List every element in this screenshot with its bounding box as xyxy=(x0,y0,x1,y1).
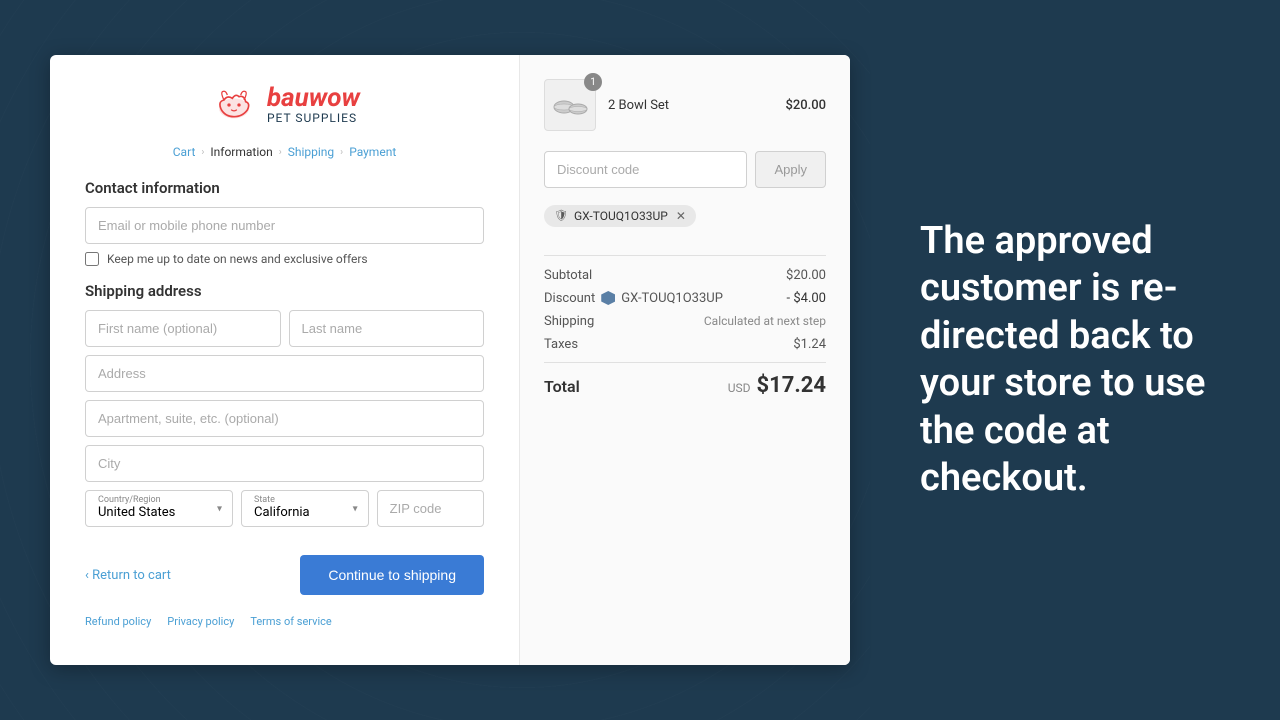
country-label: Country/Region xyxy=(98,495,161,505)
discount-label-group: Discount GX-TOUQ1O33UP xyxy=(544,291,723,306)
discount-code-label: GX-TOUQ1O33UP xyxy=(621,291,723,306)
form-actions: ‹ Return to cart Continue to shipping xyxy=(85,555,484,595)
state-label: State xyxy=(254,495,275,505)
zip-input[interactable] xyxy=(377,490,484,527)
shipping-row: Shipping Calculated at next step xyxy=(544,314,826,329)
newsletter-label: Keep me up to date on news and exclusive… xyxy=(107,252,368,266)
country-value: United States xyxy=(98,505,220,520)
breadcrumb-information[interactable]: Information xyxy=(210,145,272,159)
discount-summary-row: Discount GX-TOUQ1O33UP - $4.00 xyxy=(544,291,826,306)
summary-divider xyxy=(544,255,826,256)
coupon-remove-button[interactable]: ✕ xyxy=(676,209,686,223)
brand-logo-icon xyxy=(209,85,259,125)
breadcrumb: Cart › Information › Shipping › Payment xyxy=(85,145,484,159)
logo-area: bauwow Pet Supplies xyxy=(85,85,484,129)
contact-section-title: Contact information xyxy=(85,179,484,197)
city-input[interactable] xyxy=(85,445,484,482)
item-price: $20.00 xyxy=(785,98,826,113)
item-name: 2 Bowl Set xyxy=(608,98,773,113)
subtotal-value: $20.00 xyxy=(786,268,826,283)
apply-discount-button[interactable]: Apply xyxy=(755,151,826,188)
address-input[interactable] xyxy=(85,355,484,392)
breadcrumb-sep-2: › xyxy=(279,147,282,158)
newsletter-checkbox-row: Keep me up to date on news and exclusive… xyxy=(85,252,484,266)
apt-input[interactable] xyxy=(85,400,484,437)
total-label: Total xyxy=(544,377,580,396)
logo-container: bauwow Pet Supplies xyxy=(209,85,360,125)
return-to-cart-link[interactable]: ‹ Return to cart xyxy=(85,568,171,583)
total-row: Total USD $17.24 xyxy=(544,362,826,398)
privacy-policy-link[interactable]: Privacy policy xyxy=(167,615,234,628)
breadcrumb-shipping[interactable]: Shipping xyxy=(288,145,334,159)
subtotal-label: Subtotal xyxy=(544,268,592,283)
brand-name: bauwow xyxy=(267,85,360,111)
footer-links: Refund policy Privacy policy Terms of se… xyxy=(85,615,484,628)
coupon-code-display: GX-TOUQ1O33UP xyxy=(574,209,668,223)
discount-value: - $4.00 xyxy=(787,291,826,306)
logo-text: bauwow Pet Supplies xyxy=(267,85,360,125)
promo-text: The approved customer is re-directed bac… xyxy=(920,218,1230,503)
taxes-value: $1.24 xyxy=(793,337,826,352)
discount-label: Discount xyxy=(544,291,595,306)
checkout-card: bauwow Pet Supplies Cart › Information ›… xyxy=(50,55,850,665)
country-wrapper: Country/Region United States ▾ xyxy=(85,490,233,527)
brand-subtitle: Pet Supplies xyxy=(267,111,357,125)
name-row xyxy=(85,310,484,355)
state-value: California xyxy=(254,505,356,520)
breadcrumb-payment[interactable]: Payment xyxy=(349,145,396,159)
email-input[interactable] xyxy=(85,207,484,244)
terms-link[interactable]: Terms of service xyxy=(250,615,331,628)
breadcrumb-sep-3: › xyxy=(340,147,343,158)
newsletter-checkbox[interactable] xyxy=(85,252,99,266)
coupon-shield-icon: 🛡 xyxy=(554,209,568,222)
left-panel: bauwow Pet Supplies Cart › Information ›… xyxy=(50,55,520,665)
order-summary-panel: 1 2 Bowl Set $20.00 Apply 🛡 GX-TOUQ1O33U… xyxy=(520,55,850,665)
total-amount: USD $17.24 xyxy=(728,373,826,398)
shipping-label: Shipping xyxy=(544,314,594,329)
subtotal-row: Subtotal $20.00 xyxy=(544,268,826,283)
country-state-zip-row: Country/Region United States ▾ State Cal… xyxy=(85,490,484,535)
shipping-section-title: Shipping address xyxy=(85,282,484,300)
total-value: $17.24 xyxy=(757,373,827,398)
first-name-input[interactable] xyxy=(85,310,281,347)
last-name-input[interactable] xyxy=(289,310,485,347)
discount-shield-icon xyxy=(601,291,615,305)
state-wrapper: State California ▾ xyxy=(241,490,369,527)
taxes-row: Taxes $1.24 xyxy=(544,337,826,352)
taxes-label: Taxes xyxy=(544,337,578,352)
coupon-tag: 🛡 GX-TOUQ1O33UP ✕ xyxy=(544,205,696,227)
bowl-svg xyxy=(550,89,590,121)
continue-shipping-button[interactable]: Continue to shipping xyxy=(300,555,484,595)
applied-coupon-area: 🛡 GX-TOUQ1O33UP ✕ xyxy=(544,204,826,243)
breadcrumb-cart[interactable]: Cart xyxy=(173,145,196,159)
discount-code-input[interactable] xyxy=(544,151,747,188)
order-item: 1 2 Bowl Set $20.00 xyxy=(544,79,826,131)
item-quantity-badge: 1 xyxy=(584,73,602,91)
discount-input-row: Apply xyxy=(544,151,826,188)
total-currency: USD xyxy=(728,381,751,395)
breadcrumb-sep-1: › xyxy=(201,147,204,158)
shipping-value: Calculated at next step xyxy=(704,314,826,328)
refund-policy-link[interactable]: Refund policy xyxy=(85,615,151,628)
item-image-wrapper: 1 xyxy=(544,79,596,131)
